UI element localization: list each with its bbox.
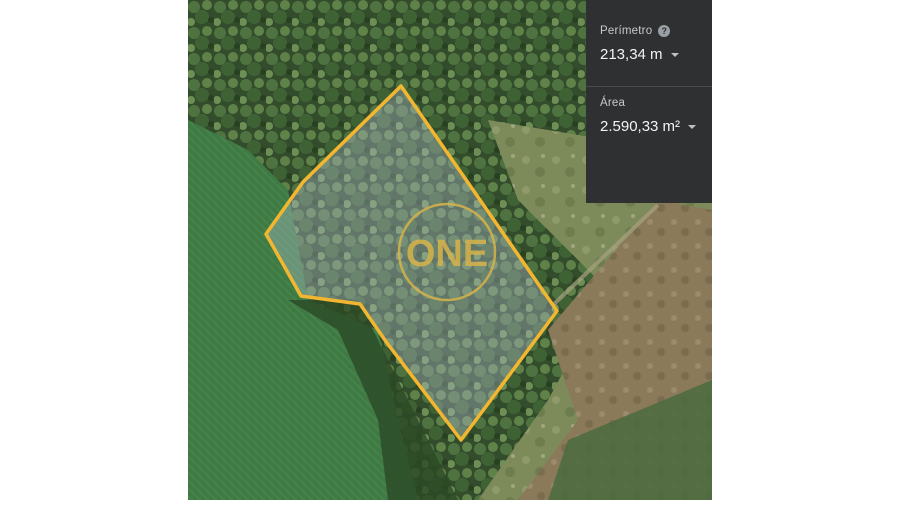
- area-label-row: Área: [600, 97, 696, 109]
- panel-divider: [586, 86, 712, 87]
- perimeter-value: 213,34 m: [600, 46, 663, 63]
- perimeter-value-row[interactable]: 213,34 m: [600, 46, 679, 63]
- area-section: Área 2.590,33 m²: [600, 97, 697, 135]
- svg-text:ONE: ONE: [406, 233, 488, 275]
- area-value: 2.590,33 m²: [600, 118, 681, 135]
- perimeter-section: Perímetro ? 213,34 m: [600, 25, 679, 63]
- perimeter-label: Perímetro: [600, 25, 653, 37]
- measure-distance-panel: Perímetro ? 213,34 m Área 2.590,33 m²: [586, 0, 712, 203]
- area-value-row[interactable]: 2.590,33 m²: [600, 118, 697, 135]
- perimeter-label-row: Perímetro ?: [600, 25, 679, 37]
- help-icon[interactable]: ?: [658, 25, 671, 37]
- chevron-down-icon[interactable]: [670, 52, 679, 57]
- chevron-down-icon[interactable]: [688, 124, 697, 129]
- area-label: Área: [600, 97, 626, 109]
